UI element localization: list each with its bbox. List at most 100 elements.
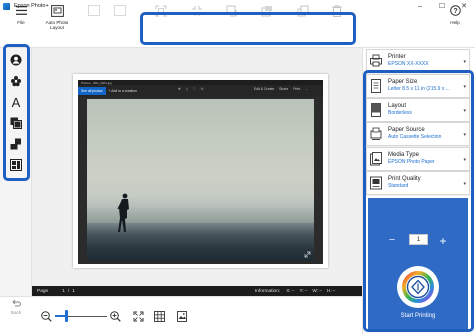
more-tool: ... (305, 87, 309, 91)
sidebar-item-clipart[interactable] (6, 134, 26, 154)
h-value: – (332, 288, 336, 294)
paper-size-value: Letter 8.5 x 11 in (215.9 x ... (388, 86, 450, 92)
auto-layout-icon (50, 4, 64, 17)
media-type-label: Media Type (388, 152, 419, 158)
chevron-down-icon: ▾ (463, 157, 466, 163)
h-label: H: (326, 288, 332, 294)
minimize-button[interactable]: – (409, 0, 431, 12)
fit-to-window-button[interactable] (132, 310, 144, 322)
paper-size-setting[interactable]: Paper Size Letter 8.5 x 11 in (215.9 x .… (366, 74, 470, 98)
paper-source-icon (370, 127, 382, 140)
print-quality-value: Standard (388, 183, 409, 189)
share-tool: Share (279, 87, 289, 91)
delete-tool-icon: ▯ (185, 87, 188, 91)
rotate-button[interactable] (222, 0, 242, 36)
layout-setting[interactable]: Layout Borderless ▾ (366, 98, 470, 122)
grid-button[interactable] (153, 310, 165, 322)
chevron-down-icon: ▾ (463, 84, 466, 90)
zoom-in-button[interactable] (109, 310, 121, 322)
edit-tool: Edit & Create (254, 87, 275, 91)
media-type-setting[interactable]: Media Type EPSON Photo Paper ▾ (366, 147, 470, 171)
zoom-out-button[interactable] (40, 310, 52, 322)
auto-photo-layout-label: Auto Photo Layout (45, 20, 69, 30)
quantity-increase-button[interactable]: + (437, 234, 449, 248)
page-total: 1 (72, 288, 75, 294)
chevron-down-icon: ▾ (463, 108, 466, 114)
x-value: – (291, 288, 295, 294)
chevron-down-icon: ▾ (463, 181, 466, 187)
paper-source-label: Paper Source (388, 127, 425, 133)
flip-button[interactable] (257, 0, 277, 36)
sidebar-item-layers[interactable] (6, 113, 26, 133)
delete-photo-icon (113, 4, 127, 17)
print-tool: Print (293, 87, 301, 91)
chevron-down-icon: ▾ (463, 59, 466, 65)
printer-icon (370, 54, 382, 67)
photo-person-silhouette (117, 193, 129, 232)
file-button[interactable]: File (8, 0, 34, 36)
sidebar-item-text[interactable]: A (6, 92, 26, 112)
zoom-out-icon (40, 310, 52, 322)
status-bar: Page 1 / 1 Information: X: – Y: – W: – H… (32, 286, 362, 296)
auto-photo-layout-button[interactable]: Auto Photo Layout (38, 0, 76, 36)
trash-icon (330, 4, 344, 17)
quantity-decrease-button[interactable]: − (387, 234, 397, 246)
zoom-slider-thumb[interactable] (65, 310, 68, 322)
back-arrow-icon (12, 299, 21, 307)
paper-size-icon (371, 79, 381, 93)
paper-source-setting[interactable]: Paper Source Auto Cassette Selection ▾ (366, 122, 470, 146)
fill-button[interactable] (151, 0, 171, 36)
back-label: Back (10, 311, 22, 316)
add-photo-icon (87, 4, 101, 17)
person-icon (10, 54, 22, 66)
fit-button[interactable] (187, 0, 207, 36)
delete-button[interactable] (110, 0, 130, 36)
printer-value: EPSON XX-XXXX (388, 61, 429, 67)
media-type-value: EPSON Photo Paper (388, 159, 435, 165)
music-note-icon (10, 138, 21, 150)
layers-icon (10, 117, 22, 129)
trash-button[interactable] (327, 0, 347, 36)
quantity-field[interactable]: 1 (409, 234, 428, 245)
back-button[interactable]: Back (4, 299, 28, 329)
add-button[interactable] (84, 0, 104, 36)
print-quality-setting[interactable]: Print Quality Standard ▾ (366, 171, 470, 195)
print-panel (368, 198, 468, 329)
image-icon (177, 310, 187, 322)
photo-file-name: Photos - IMG_0001.jpg (81, 80, 112, 85)
grid-icon (153, 310, 165, 322)
expand-icon (304, 251, 311, 258)
w-label: W: (312, 288, 319, 294)
sidebar-item-layout[interactable] (6, 155, 26, 175)
image-preview-button[interactable] (176, 310, 188, 322)
page-separator: / (67, 288, 70, 294)
photo-tab-add: + Add to a creation (108, 89, 137, 93)
w-value: – (319, 288, 322, 294)
layout-label: Layout (388, 103, 407, 109)
print-quality-icon (370, 176, 382, 190)
flip-icon (260, 4, 274, 17)
y-label: Y: (299, 288, 304, 294)
help-icon: ? (448, 4, 462, 17)
beach-photo (87, 99, 314, 261)
zoom-in-tool-icon: ⊕ (178, 87, 181, 91)
layout-borderless-icon (371, 103, 381, 117)
sidebar-item-stamps[interactable] (6, 71, 26, 91)
layer-up-button[interactable] (293, 0, 313, 36)
photo-on-canvas[interactable]: Photos - IMG_0001.jpg See all photos + A… (78, 80, 323, 264)
file-label: File (17, 20, 25, 25)
photo-window-actions: Edit & Create Share Print ... (254, 87, 308, 91)
start-printing-button[interactable] (397, 266, 439, 308)
start-printing-label: Start Printing (400, 313, 436, 319)
help-button[interactable]: ? Help (443, 0, 467, 36)
rotate-tool-icon: ↻ (200, 87, 204, 91)
paper-size-label: Paper Size (388, 79, 418, 85)
favorite-tool-icon: ♡ (192, 87, 196, 91)
printer-setting[interactable]: Printer EPSON XX-XXXX ▾ (366, 49, 470, 73)
print-quality-label: Print Quality (388, 176, 421, 182)
media-type-icon (370, 152, 382, 166)
help-label: Help (450, 20, 460, 25)
sidebar-item-person[interactable] (6, 50, 26, 70)
y-value: – (304, 288, 308, 294)
fit-icon (190, 4, 204, 17)
